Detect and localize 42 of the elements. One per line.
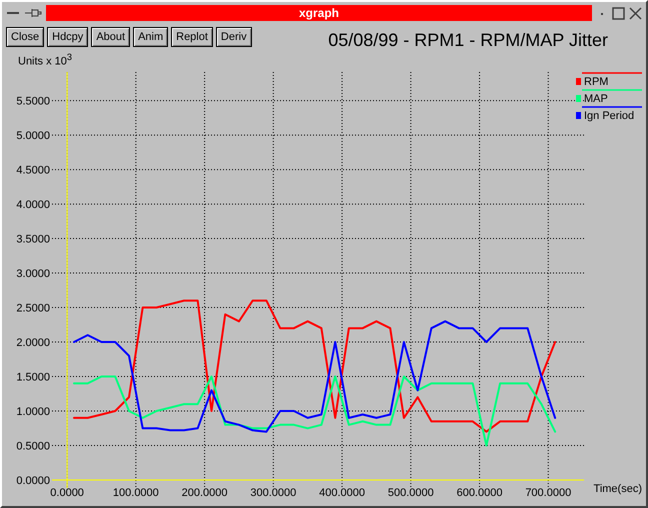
legend-label: Ign Period (584, 110, 634, 122)
y-tick-label: 2.5000 (16, 302, 50, 315)
legend-line (582, 72, 642, 74)
legend-swatch (576, 78, 581, 85)
y-tick-label: 4.0000 (16, 199, 50, 212)
toolbar-button[interactable]: Deriv (216, 27, 252, 47)
y-tick-label: 1.0000 (16, 406, 50, 418)
legend-label: RPM (584, 76, 608, 88)
x-axis-label: Time(sec) (594, 483, 642, 495)
legend-swatch (576, 112, 581, 119)
legend-line (582, 89, 642, 91)
x-tick-label: 0.0000 (50, 487, 84, 499)
x-tick-label: 500.0000 (388, 487, 434, 499)
y-tick-label: 5.0000 (16, 130, 50, 142)
legend-swatch (576, 95, 581, 102)
y-tick-label: 3.5000 (16, 234, 50, 246)
y-axis-label: Units x 10$^{3}$ (18, 51, 72, 64)
y-tick-label: 3.0000 (16, 268, 50, 280)
legend-line (582, 106, 642, 108)
toolbar-button[interactable]: Hdcpy (47, 27, 88, 47)
y-tick-label: 2.0000 (16, 337, 50, 350)
y-tick-label: 4.5000 (16, 164, 50, 177)
x-tick-label: 700.0000 (525, 487, 572, 499)
toolbar-button[interactable]: Close (6, 27, 44, 47)
x-tick-label: 600.0000 (456, 487, 502, 499)
y-tick-label: 0.5000 (16, 440, 50, 452)
toolbar-button[interactable]: Anim (133, 27, 168, 47)
window-title: xgraph (46, 5, 592, 21)
x-tick-label: 200.0000 (182, 487, 228, 499)
toolbar-button[interactable]: About (91, 27, 130, 47)
y-tick-label: 5.5000 (16, 96, 50, 108)
y-tick-label: 1.5000 (16, 372, 50, 384)
pin-icon[interactable] (24, 7, 42, 19)
legend-label: MAP (584, 93, 608, 105)
maximize-icon[interactable] (612, 6, 625, 20)
x-tick-label: 400.0000 (319, 487, 365, 499)
plot-title: 05/08/99 - RPM1 - RPM/MAP Jitter (328, 28, 608, 50)
toolbar-button[interactable]: Replot (171, 27, 213, 47)
y-tick-label: 0.0000 (16, 475, 50, 487)
x-tick-label: 100.0000 (112, 487, 159, 499)
x-tick-label: 300.0000 (250, 487, 296, 499)
close-icon[interactable] (629, 6, 642, 20)
